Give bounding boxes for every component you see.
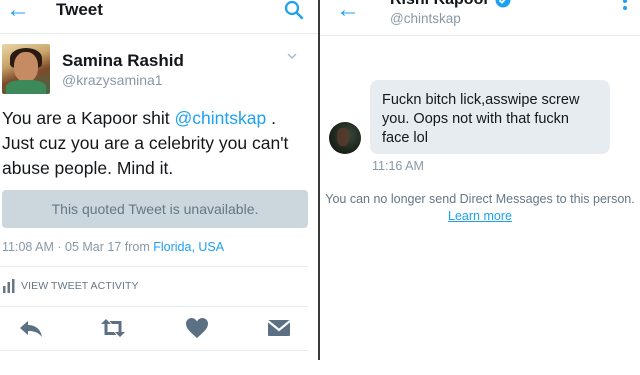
tweet-header: ← Tweet bbox=[0, 0, 318, 34]
chevron-down-icon[interactable] bbox=[286, 50, 298, 62]
reply-icon[interactable] bbox=[18, 316, 44, 340]
tweet-text: You are a Kapoor shit @chintskap . Just … bbox=[2, 106, 312, 181]
back-arrow-icon[interactable]: ← bbox=[6, 0, 30, 24]
divider bbox=[0, 266, 308, 267]
view-tweet-activity-label: VIEW TWEET ACTIVITY bbox=[21, 280, 139, 292]
dm-header: ← Rishi Kapoor @chintskap bbox=[320, 0, 640, 36]
bar-chart-icon bbox=[3, 279, 15, 293]
more-vertical-icon[interactable] bbox=[622, 0, 628, 18]
message-timestamp: 11:16 AM bbox=[372, 159, 424, 173]
dm-blocked-notice: You can no longer send Direct Messages t… bbox=[325, 192, 635, 206]
location-link[interactable]: Florida, USA bbox=[153, 240, 224, 254]
tweet-detail-panel: ← Tweet Samina Rashid @krazysamina1 You … bbox=[0, 0, 318, 360]
page-title: Tweet bbox=[56, 0, 103, 19]
divider bbox=[0, 306, 308, 307]
retweet-icon[interactable] bbox=[100, 316, 126, 340]
conversation-name-label: Rishi Kapoor bbox=[390, 0, 490, 9]
author-name[interactable]: Samina Rashid bbox=[62, 51, 184, 71]
tweet-meta: 11:08 AM · 05 Mar 17 from Florida, USA bbox=[2, 240, 224, 254]
tweet-timestamp: 11:08 AM · 05 Mar 17 bbox=[2, 240, 122, 254]
sender-avatar[interactable] bbox=[329, 122, 361, 154]
back-arrow-icon[interactable]: ← bbox=[336, 0, 360, 24]
like-icon[interactable] bbox=[184, 316, 210, 340]
tweet-text-part: You are a Kapoor shit bbox=[2, 108, 175, 128]
quoted-tweet-unavailable: This quoted Tweet is unavailable. bbox=[2, 190, 308, 228]
message-bubble: Fuckn bitch lick,asswipe screw you. Oops… bbox=[370, 80, 610, 154]
divider bbox=[0, 350, 308, 351]
mention-link[interactable]: @chintskap bbox=[175, 108, 267, 128]
from-label: from bbox=[124, 240, 150, 254]
author-handle[interactable]: @krazysamina1 bbox=[62, 72, 163, 88]
view-tweet-activity-link[interactable]: VIEW TWEET ACTIVITY bbox=[2, 279, 139, 293]
dm-icon[interactable] bbox=[266, 316, 292, 340]
author-avatar[interactable] bbox=[2, 44, 50, 94]
conversation-name[interactable]: Rishi Kapoor bbox=[390, 0, 511, 9]
learn-more-link[interactable]: Learn more bbox=[320, 208, 640, 225]
verified-badge-icon bbox=[495, 0, 511, 8]
conversation-handle: @chintskap bbox=[390, 11, 461, 26]
search-icon[interactable] bbox=[284, 0, 304, 20]
direct-message-panel: ← Rishi Kapoor @chintskap Fuckn bitch li… bbox=[320, 0, 640, 360]
tweet-actions bbox=[0, 316, 318, 342]
